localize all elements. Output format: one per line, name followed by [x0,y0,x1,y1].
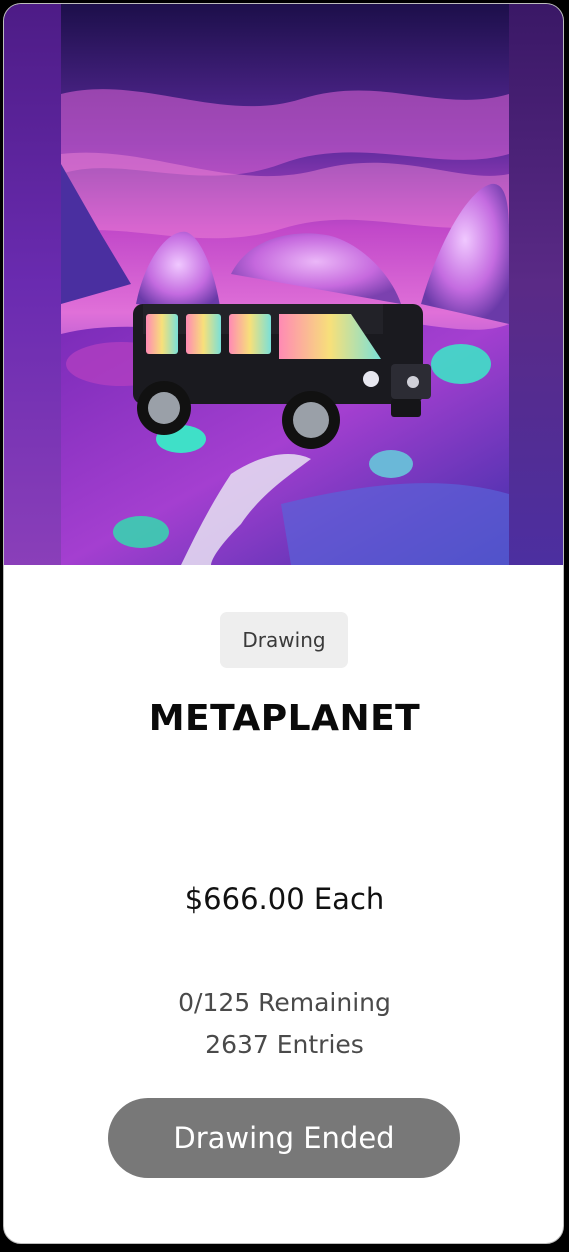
drawing-ended-button[interactable]: Drawing Ended [108,1098,460,1178]
suv-landscape-artwork [61,4,509,565]
hero-image[interactable] [4,4,563,565]
hero-image-right-blur [509,4,563,565]
entry-price: $666.00 Each [184,882,385,916]
remaining-count: 0/125 Remaining [178,988,391,1017]
hero-image-left-blur [4,4,61,565]
entries-count: 2637 Entries [205,1030,364,1059]
drawing-card[interactable]: Drawing METAPLANET $666.00 Each 0/125 Re… [3,3,564,1244]
status-badge: Drawing [220,612,348,668]
drawing-title: METAPLANET [148,698,421,739]
